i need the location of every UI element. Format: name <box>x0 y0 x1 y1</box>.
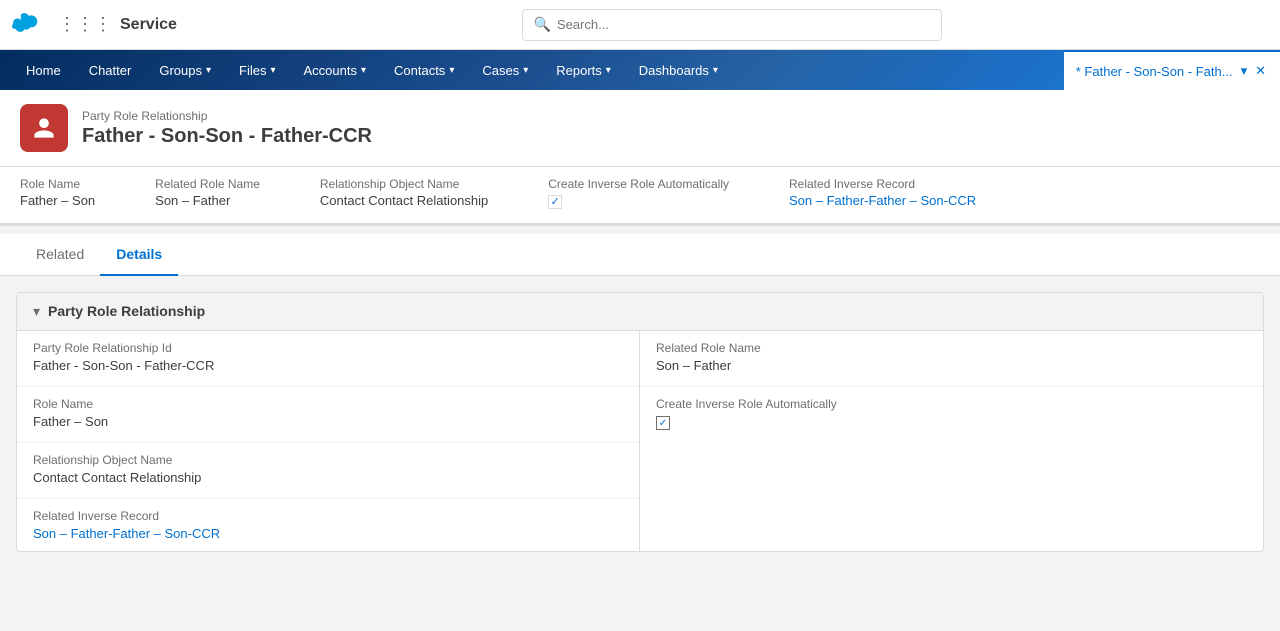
info-related-inverse-record-label: Related Inverse Record <box>789 177 976 191</box>
field-related-role-name-value: Son – Father <box>656 358 1247 376</box>
info-related-role-name: Related Role Name Son – Father <box>155 177 260 209</box>
nav-item-home[interactable]: Home <box>12 50 75 90</box>
tabs-bar: Related Details <box>0 234 1280 276</box>
field-relationship-object-label: Relationship Object Name <box>33 453 623 467</box>
nav-item-reports[interactable]: Reports ▾ <box>542 50 625 90</box>
navigation-menu: Home Chatter Groups ▾ Files ▾ Accounts ▾… <box>0 50 1280 90</box>
info-create-inverse-checkbox <box>548 195 562 209</box>
info-relationship-object-value: Contact Contact Relationship <box>320 193 488 208</box>
nav-item-chatter[interactable]: Chatter <box>75 50 146 90</box>
info-role-name: Role Name Father – Son <box>20 177 95 209</box>
field-create-inverse-value: ✓ <box>656 414 1247 432</box>
field-create-inverse: Create Inverse Role Automatically ✓ <box>640 387 1263 442</box>
info-related-inverse-record: Related Inverse Record Son – Father-Fath… <box>789 177 976 209</box>
info-related-inverse-record-link[interactable]: Son – Father-Father – Son-CCR <box>789 193 976 208</box>
page-header: Party Role Relationship Father - Son-Son… <box>0 90 1280 167</box>
search-icon: 🔍 <box>533 16 550 33</box>
search-input[interactable] <box>557 17 932 32</box>
search-container: 🔍 <box>197 9 1268 41</box>
header-text: Party Role Relationship Father - Son-Son… <box>82 109 372 148</box>
info-create-inverse-label: Create Inverse Role Automatically <box>548 177 729 191</box>
chevron-down-icon: ▾ <box>270 65 275 76</box>
nav-item-cases[interactable]: Cases ▾ <box>468 50 542 90</box>
chevron-down-icon: ▾ <box>361 65 366 76</box>
info-create-inverse: Create Inverse Role Automatically <box>548 177 729 209</box>
field-related-role-name-label: Related Role Name <box>656 341 1247 355</box>
nav-item-files[interactable]: Files ▾ <box>225 50 289 90</box>
fields-grid: Party Role Relationship Id Father - Son-… <box>17 331 1263 551</box>
chevron-down-icon: ▾ <box>206 65 211 76</box>
info-role-name-value: Father – Son <box>20 193 95 208</box>
nav-item-contacts[interactable]: Contacts ▾ <box>380 50 468 90</box>
field-related-inverse-record: Related Inverse Record Son – Father-Fath… <box>17 499 639 551</box>
tab-related[interactable]: Related <box>20 234 100 276</box>
right-column: Related Role Name Son – Father ✏ Create … <box>640 331 1263 551</box>
info-role-name-label: Role Name <box>20 177 95 191</box>
field-role-name: Role Name Father – Son ✏ <box>17 387 639 443</box>
chevron-down-icon: ▾ <box>606 65 611 76</box>
tab-close-button[interactable]: ✕ <box>1253 61 1268 81</box>
chevron-down-icon: ▾ <box>523 65 528 76</box>
field-party-role-id: Party Role Relationship Id Father - Son-… <box>17 331 639 387</box>
top-navigation: ⋮⋮⋮ Service 🔍 <box>0 0 1280 50</box>
field-relationship-object-value: Contact Contact Relationship <box>33 470 623 488</box>
page-title: Father - Son-Son - Father-CCR <box>82 125 372 148</box>
info-related-role-name-value: Son – Father <box>155 193 230 208</box>
nav-item-accounts[interactable]: Accounts ▾ <box>289 50 380 90</box>
field-party-role-id-value: Father - Son-Son - Father-CCR <box>33 358 623 376</box>
info-relationship-object: Relationship Object Name Contact Contact… <box>320 177 488 209</box>
tab-chevron-button[interactable]: ▾ <box>1239 61 1250 81</box>
content-area: ▾ Party Role Relationship Party Role Rel… <box>0 276 1280 584</box>
tab-details[interactable]: Details <box>100 234 178 276</box>
nav-item-groups[interactable]: Groups ▾ <box>145 50 225 90</box>
nav-item-dashboards[interactable]: Dashboards ▾ <box>625 50 732 90</box>
record-type-icon <box>20 104 68 152</box>
section-title: Party Role Relationship <box>48 303 205 319</box>
grid-icon[interactable]: ⋮⋮⋮ <box>58 14 112 35</box>
section-body: Party Role Relationship Id Father - Son-… <box>17 331 1263 551</box>
create-inverse-checkbox: ✓ <box>656 416 670 430</box>
active-tab-label: * Father - Son-Son - Fath... <box>1076 64 1233 79</box>
field-role-name-label: Role Name <box>33 397 623 411</box>
field-related-role-name: Related Role Name Son – Father ✏ <box>640 331 1263 387</box>
field-related-inverse-record-link[interactable]: Son – Father-Father – Son-CCR <box>33 526 220 541</box>
section-header: ▾ Party Role Relationship <box>17 293 1263 331</box>
chevron-down-icon: ▾ <box>449 65 454 76</box>
info-related-role-name-label: Related Role Name <box>155 177 260 191</box>
active-tab[interactable]: * Father - Son-Son - Fath... ▾ ✕ <box>1064 50 1280 90</box>
search-box[interactable]: 🔍 <box>522 9 942 41</box>
field-create-inverse-label: Create Inverse Role Automatically <box>656 397 1247 411</box>
app-name: Service <box>120 16 177 34</box>
info-bar: Role Name Father – Son Related Role Name… <box>0 167 1280 226</box>
person-icon <box>32 116 56 140</box>
left-column: Party Role Relationship Id Father - Son-… <box>17 331 640 551</box>
field-relationship-object: Relationship Object Name Contact Contact… <box>17 443 639 499</box>
collapse-icon[interactable]: ▾ <box>33 303 40 320</box>
field-party-role-id-label: Party Role Relationship Id <box>33 341 623 355</box>
party-role-relationship-section: ▾ Party Role Relationship Party Role Rel… <box>16 292 1264 552</box>
info-relationship-object-label: Relationship Object Name <box>320 177 488 191</box>
field-related-inverse-record-label: Related Inverse Record <box>33 509 623 523</box>
breadcrumb: Party Role Relationship <box>82 109 372 123</box>
chevron-down-icon: ▾ <box>713 65 718 76</box>
field-role-name-value: Father – Son <box>33 414 623 432</box>
salesforce-logo[interactable] <box>12 7 48 43</box>
